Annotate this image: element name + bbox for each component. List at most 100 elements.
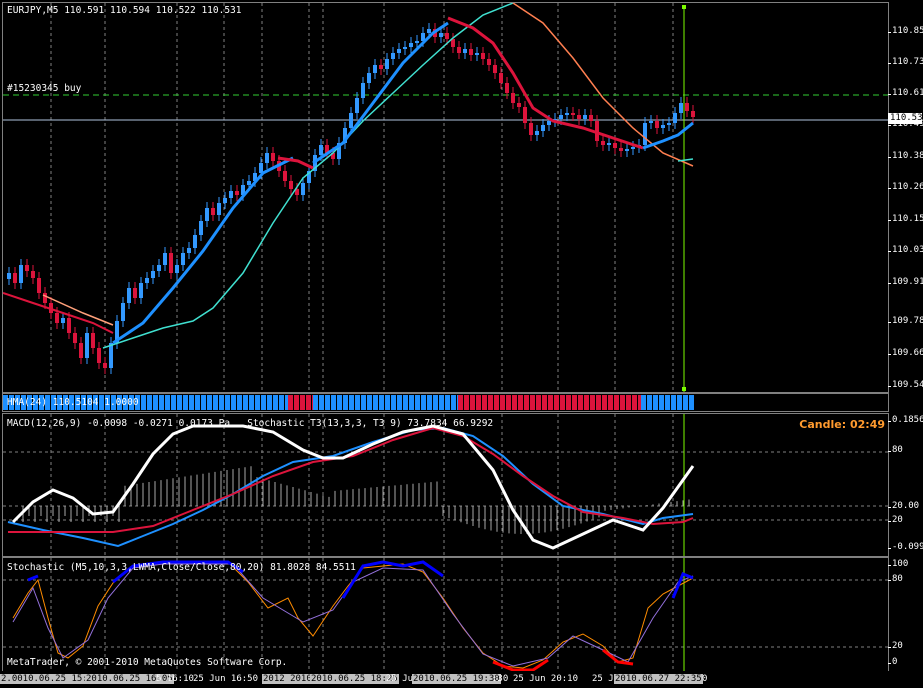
bear-candle (481, 53, 485, 59)
bear-candle (283, 171, 287, 181)
bear-candle (457, 47, 461, 53)
hma-bar (189, 395, 194, 410)
bull-candle (673, 113, 677, 123)
bull-candle (7, 273, 11, 279)
bear-candle (691, 111, 695, 117)
bull-candle (355, 98, 359, 113)
hma-bar (243, 395, 248, 410)
price-chart-pane[interactable]: EURJPY,M5 110.591 110.594 110.522 110.53… (2, 2, 889, 393)
candle-time: 02:49 (849, 418, 885, 431)
candle-timer: Candle: 02:49 (799, 418, 885, 431)
hma-bar (602, 395, 607, 410)
bear-candle (685, 103, 689, 111)
axis-tick-label: 80 (888, 445, 903, 455)
fast-ma-line (312, 21, 449, 165)
price-chart-canvas[interactable] (3, 3, 888, 392)
bear-candle (289, 181, 293, 189)
axis-tick-label: 110.035 (888, 245, 923, 255)
bull-candle (175, 265, 179, 273)
bull-candle (199, 221, 203, 235)
hma-bar (614, 395, 619, 410)
bull-candle (139, 283, 143, 298)
bull-candle (109, 343, 113, 368)
hma-bar (273, 395, 278, 410)
macd-indicator-pane[interactable]: MACD(12,26,9) -0.0098 -0.0271 0.0173 Pa.… (2, 413, 889, 557)
hma-bar (361, 395, 366, 410)
bull-candle (403, 47, 407, 49)
bull-candle (181, 253, 185, 265)
hma-bar (421, 395, 426, 410)
bear-candle (91, 333, 95, 348)
current-price-tag: 110.531 (888, 113, 923, 124)
hma-bar (159, 395, 164, 410)
hma-bar (319, 395, 324, 410)
hma-bar (584, 395, 589, 410)
bear-candle (619, 148, 623, 151)
hma-bar (213, 395, 218, 410)
hma-bar (578, 395, 583, 410)
bull-candle (535, 131, 539, 135)
time-axis-label: 0 (702, 674, 708, 684)
hma-bar (542, 395, 547, 410)
time-axis-label: 25 Jun 16:50 (193, 674, 259, 684)
hma-bar (566, 395, 571, 410)
hma-bar (261, 395, 266, 410)
hma-bar (367, 395, 372, 410)
hma-bar (237, 395, 242, 410)
bull-candle (427, 29, 431, 33)
hma-bar (560, 395, 565, 410)
hma-bar (506, 395, 511, 410)
hma-bar (147, 395, 152, 410)
bull-candle (217, 203, 221, 215)
bull-candle (397, 49, 401, 53)
axis-tick-label: 110.265 (888, 182, 923, 192)
bull-candle (361, 83, 365, 98)
axis-tick-label: 0.1856 (888, 415, 923, 425)
bull-candle (319, 145, 323, 155)
stochastic-main-line (12, 561, 694, 669)
bull-candle (559, 115, 563, 119)
bear-candle (613, 143, 617, 148)
axis-tick-label: 109.785 (888, 316, 923, 326)
axis-tick-label: 110.850 (888, 26, 923, 36)
hma-bar (300, 395, 305, 410)
time-axis: 2.0010.06.25 15:20 2010.06.25 16:05 5 16:1… (0, 671, 923, 688)
macd-main-line (7, 426, 694, 548)
hma-bar (306, 395, 311, 410)
hma-bar (337, 395, 342, 410)
hma-bar (373, 395, 378, 410)
time-axis-label: :30 (492, 674, 509, 684)
macd-signal-line (8, 426, 694, 533)
bull-candle (85, 333, 89, 358)
bull-candle (145, 278, 149, 283)
stochastic-indicator-pane[interactable]: Stochastic (M5,10,3,3,LWMA,Close/Close,8… (2, 557, 889, 672)
hma-bar (141, 395, 146, 410)
hma-indicator-pane[interactable]: HMA(24) 110.5104 1.0000 (2, 393, 889, 412)
slow-ma-tail (677, 158, 694, 162)
hma-bar (427, 395, 432, 410)
bear-candle (79, 343, 83, 358)
bear-candle (511, 93, 515, 103)
hma-bar (195, 395, 200, 410)
bull-candle (547, 121, 551, 125)
hma-bar (518, 395, 523, 410)
hma-bar (641, 395, 646, 410)
bull-candle (259, 163, 263, 173)
axis-tick-label: 110.735 (888, 57, 923, 67)
hma-bar (500, 395, 505, 410)
hma-bar (439, 395, 444, 410)
time-axis-label: 5 16:10 (156, 674, 194, 684)
hma-bar (494, 395, 499, 410)
hma-bar (488, 395, 493, 410)
hma-bar (596, 395, 601, 410)
time-axis-label: 25 Jun 20:10 (513, 674, 579, 684)
axis-tick-label: 100 (887, 559, 909, 569)
chart-title: EURJPY,M5 110.591 110.594 110.522 110.53… (7, 5, 242, 16)
hma-bar (267, 395, 272, 410)
macd-axis: 0.1856 80 20.00 20 -0.0996 (887, 413, 923, 555)
bull-candle (541, 125, 545, 131)
time-axis-label: 2010.06.27 22:35 (614, 674, 703, 684)
bull-candle (631, 147, 635, 149)
bull-candle (193, 235, 197, 248)
bull-candle (439, 33, 443, 37)
